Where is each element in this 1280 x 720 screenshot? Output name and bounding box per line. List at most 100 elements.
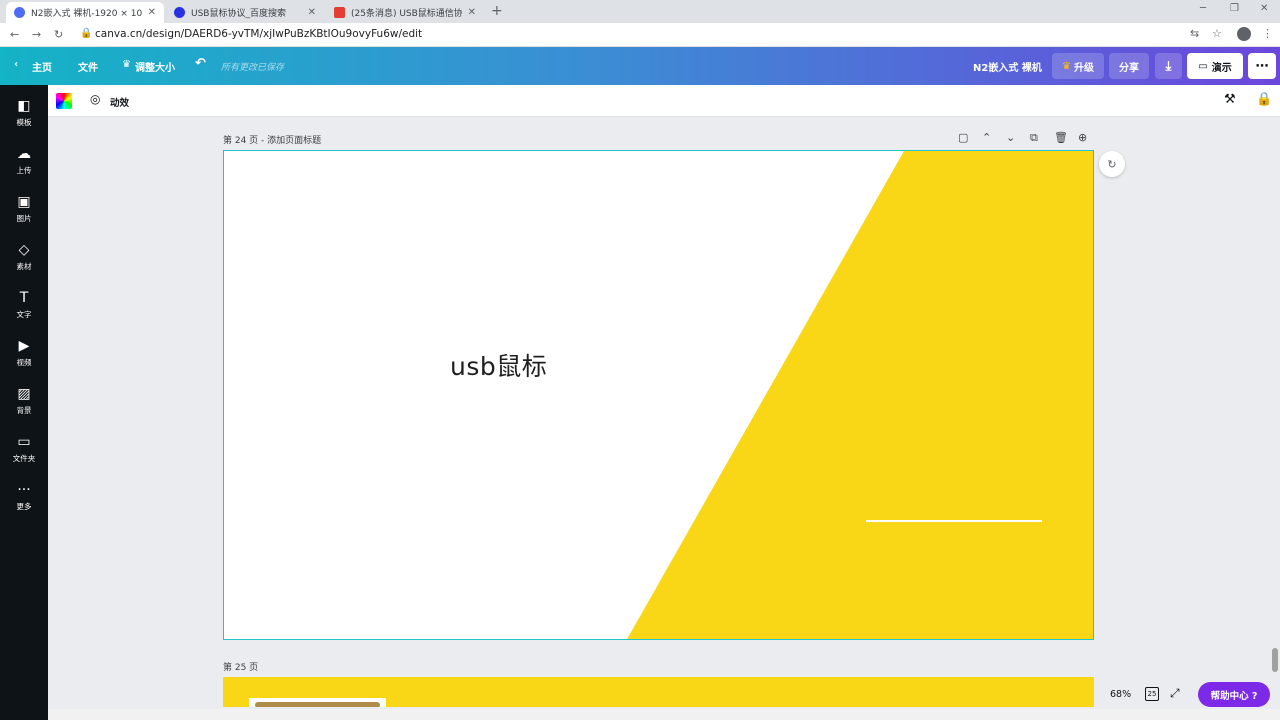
sidebar-item-label: 上传 [16, 166, 32, 175]
sidebar-item-folders[interactable]: ▭ 文件夹 [0, 425, 48, 471]
fullscreen-icon[interactable]: ⤢ [1170, 686, 1180, 701]
browser-tab-strip: N2嵌入式 裸机-1920 × 1080 px ✕ USB鼠标协议_百度搜索 ✕… [0, 0, 1280, 23]
profile-avatar[interactable] [1237, 27, 1251, 41]
move-up-icon[interactable]: ⌃ [982, 131, 991, 144]
yellow-diagonal-shape[interactable] [626, 151, 1094, 640]
present-label: 演示 [1211, 62, 1232, 74]
download-icon[interactable]: ⤓ [1155, 53, 1182, 79]
design-title[interactable]: N2嵌入式 裸机 [973, 59, 1042, 74]
canva-favicon-icon [14, 7, 25, 18]
page-count-button[interactable]: 25 [1145, 687, 1159, 701]
forward-icon[interactable]: → [32, 28, 41, 41]
page-title[interactable]: usb鼠标 [450, 347, 547, 383]
baidu-favicon-icon [174, 7, 185, 18]
undo-icon[interactable]: ↶ [195, 56, 206, 71]
url-field[interactable]: canva.cn/design/DAERD6-yvTM/xjIwPuBzKBtI… [95, 28, 422, 40]
sidebar-item-videos[interactable]: ▶ 视频 [0, 329, 48, 375]
address-bar: ← → ↻ 🔒 canva.cn/design/DAERD6-yvTM/xjIw… [0, 23, 1280, 47]
photo-icon: ▣ [17, 194, 31, 210]
page-label[interactable]: 第 25 页 [223, 660, 258, 673]
browser-menu-icon[interactable]: ⋮ [1262, 27, 1273, 40]
add-comment-icon[interactable]: ↻ [1099, 151, 1125, 177]
sidebar-item-templates[interactable]: ◧ 模板 [0, 89, 48, 135]
close-tab-icon[interactable]: ✕ [308, 7, 316, 18]
sidebar-item-uploads[interactable]: ☁ 上传 [0, 137, 48, 183]
file-menu-button[interactable]: 文件 [78, 59, 98, 74]
move-down-icon[interactable]: ⌄ [1006, 131, 1015, 144]
video-icon: ▶ [18, 338, 30, 354]
reload-icon[interactable]: ↻ [54, 28, 63, 41]
tab-title: (25条消息) USB鼠标通信协议相… [351, 9, 462, 19]
resize-button[interactable]: 调整大小 [135, 59, 175, 74]
editor-header: ‹ 主页 文件 ♛ 调整大小 ↶ 所有更改已保存 N2嵌入式 裸机 ♛ 升级 分… [0, 47, 1280, 85]
restore-icon[interactable]: ❐ [1230, 3, 1239, 14]
notes-icon[interactable]: ▢ [958, 131, 968, 144]
upload-icon: ☁ [17, 146, 31, 162]
sidebar-item-label: 背景 [16, 406, 32, 415]
text-icon: T [19, 290, 29, 306]
crown-icon: ♛ [1062, 60, 1071, 72]
lock-icon[interactable]: 🔒 [1256, 92, 1272, 107]
animate-icon[interactable]: ◎ [90, 92, 100, 106]
zoom-level[interactable]: 68% [1110, 689, 1131, 700]
browser-tab-baidu[interactable]: USB鼠标协议_百度搜索 ✕ [166, 2, 324, 23]
background-icon: ▨ [17, 386, 31, 402]
editor-toolbar: ◎ 动效 ⚒ 🔒 [48, 85, 1280, 117]
present-icon: ▭ [1198, 60, 1208, 72]
bookmark-star-icon[interactable]: ☆ [1212, 27, 1222, 40]
sidebar-item-background[interactable]: ▨ 背景 [0, 377, 48, 423]
back-icon[interactable]: ← [10, 28, 19, 41]
sidebar-item-label: 素材 [16, 262, 32, 271]
sidebar-item-label: 文字 [16, 310, 32, 319]
save-status: 所有更改已保存 [221, 63, 285, 73]
sidebar-item-text[interactable]: T 文字 [0, 281, 48, 327]
help-center-button[interactable]: 帮助中心 ? [1198, 682, 1270, 707]
page-25-image [255, 702, 380, 707]
sidebar-item-elements[interactable]: ◇ 素材 [0, 233, 48, 279]
delete-page-icon[interactable]: 🗑 [1054, 131, 1068, 144]
upgrade-label: 升级 [1073, 62, 1094, 74]
browser-tab-canva[interactable]: N2嵌入式 裸机-1920 × 1080 px ✕ [6, 2, 164, 23]
add-page-icon[interactable]: ⊕ [1078, 131, 1087, 144]
minimize-icon[interactable]: ─ [1200, 3, 1206, 14]
page-label[interactable]: 第 24 页 - 添加页面标题 [223, 133, 321, 146]
close-tab-icon[interactable]: ✕ [148, 7, 156, 18]
csdn-favicon-icon [334, 7, 345, 18]
design-page-25[interactable] [223, 677, 1094, 707]
tab-title: N2嵌入式 裸机-1920 × 1080 px [31, 9, 142, 19]
sidebar-item-label: 更多 [16, 502, 32, 511]
sidebar-item-label: 图片 [16, 214, 32, 223]
horizontal-scrollbar[interactable] [48, 709, 1280, 720]
vertical-scrollbar[interactable] [1272, 648, 1278, 672]
home-button[interactable]: 主页 [32, 59, 52, 74]
folder-icon: ▭ [17, 434, 31, 450]
design-page-24[interactable]: usb鼠标 [223, 150, 1094, 640]
duplicate-page-icon[interactable]: ⧉ [1030, 131, 1038, 145]
left-sidebar: ◧ 模板 ☁ 上传 ▣ 图片 ◇ 素材 T 文字 ▶ 视频 ▨ 背景 ▭ 文件夹… [0, 85, 48, 720]
present-button[interactable]: ▭ 演示 [1187, 53, 1243, 79]
tab-title: USB鼠标协议_百度搜索 [191, 9, 286, 19]
page-25-image-block[interactable] [249, 698, 386, 707]
crown-icon: ♛ [122, 59, 131, 70]
close-window-icon[interactable]: ✕ [1260, 3, 1268, 14]
more-icon: ··· [17, 482, 31, 498]
page-24-graphics [626, 151, 1094, 640]
share-button[interactable]: 分享 [1109, 53, 1149, 79]
paint-roller-icon[interactable]: ⚒ [1224, 92, 1236, 107]
chevron-left-icon[interactable]: ‹ [14, 59, 18, 70]
lock-icon: 🔒 [80, 28, 93, 39]
browser-tab-csdn[interactable]: (25条消息) USB鼠标通信协议相… ✕ [326, 2, 484, 23]
elements-icon: ◇ [18, 242, 30, 258]
sidebar-item-more[interactable]: ··· 更多 [0, 473, 48, 519]
sidebar-item-label: 视频 [16, 358, 32, 367]
sidebar-item-photos[interactable]: ▣ 图片 [0, 185, 48, 231]
upgrade-button[interactable]: ♛ 升级 [1052, 53, 1104, 79]
sidebar-item-label: 模板 [16, 118, 32, 127]
more-options-icon[interactable]: ⋯ [1248, 53, 1276, 79]
color-picker-swatch[interactable] [56, 93, 72, 109]
sidebar-item-label: 文件夹 [12, 454, 36, 463]
translate-icon[interactable]: ⇆ [1190, 27, 1199, 40]
animate-button[interactable]: 动效 [110, 95, 129, 109]
new-tab-button[interactable]: + [491, 3, 503, 19]
close-tab-icon[interactable]: ✕ [468, 7, 476, 18]
